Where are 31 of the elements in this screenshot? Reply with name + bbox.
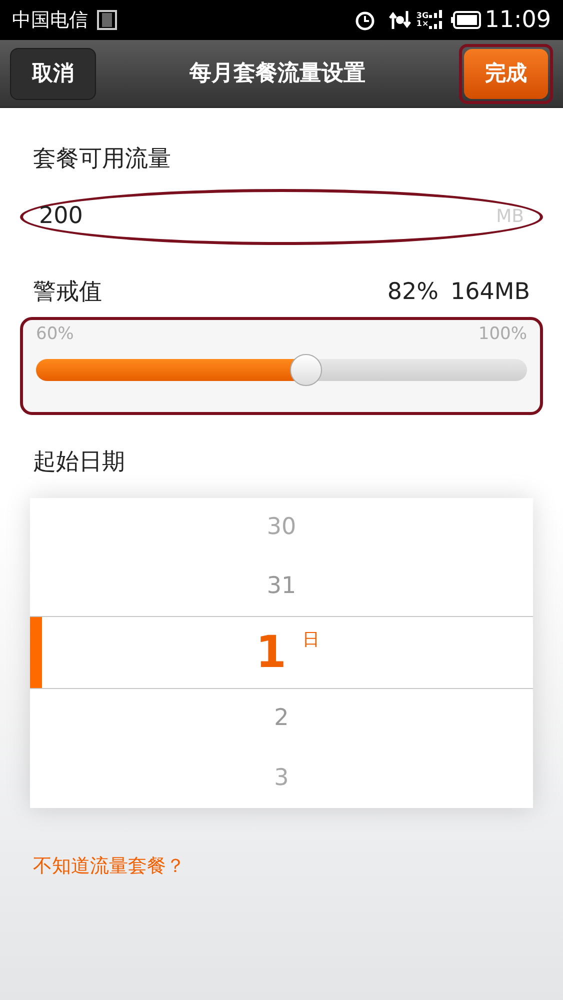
data-transfer-icon bbox=[388, 9, 412, 31]
selection-marker bbox=[30, 617, 42, 688]
network-label: 3G bbox=[416, 12, 429, 20]
day-option[interactable]: 30 bbox=[30, 498, 533, 557]
network-label: 1× bbox=[416, 20, 429, 28]
slider-thumb[interactable] bbox=[290, 354, 322, 386]
warning-amount: 164MB bbox=[450, 278, 530, 306]
screen-title: 每月套餐流量设置 bbox=[190, 60, 366, 88]
carrier-name: 中国电信 bbox=[12, 8, 88, 33]
day-number: 1 bbox=[256, 626, 286, 680]
day-option[interactable]: 2 bbox=[30, 688, 533, 748]
selected-day-row[interactable]: 1 日 bbox=[30, 616, 533, 689]
slider-min-label: 60% bbox=[36, 323, 74, 346]
film-icon bbox=[96, 9, 118, 31]
slider-max-label: 100% bbox=[478, 323, 527, 346]
warning-slider[interactable] bbox=[36, 352, 527, 386]
signal-icon bbox=[428, 9, 443, 31]
day-option[interactable]: 31 bbox=[30, 556, 533, 616]
help-link[interactable]: 不知道流量套餐？ bbox=[20, 852, 543, 880]
cancel-button[interactable]: 取消 bbox=[10, 48, 96, 100]
alarm-icon bbox=[354, 9, 376, 31]
day-picker[interactable]: 30 31 1 日 2 3 bbox=[30, 498, 533, 808]
warning-label: 警戒值 bbox=[33, 278, 103, 306]
day-option[interactable]: 3 bbox=[30, 748, 533, 808]
battery-icon bbox=[450, 11, 481, 29]
plan-usage-label: 套餐可用流量 bbox=[32, 145, 172, 174]
warning-percent: 82% bbox=[387, 278, 438, 306]
start-date-label: 起始日期 bbox=[32, 448, 126, 477]
day-unit: 日 bbox=[302, 628, 320, 652]
clock-time: 11:09 bbox=[484, 6, 551, 35]
done-button[interactable]: 完成 bbox=[464, 48, 548, 98]
